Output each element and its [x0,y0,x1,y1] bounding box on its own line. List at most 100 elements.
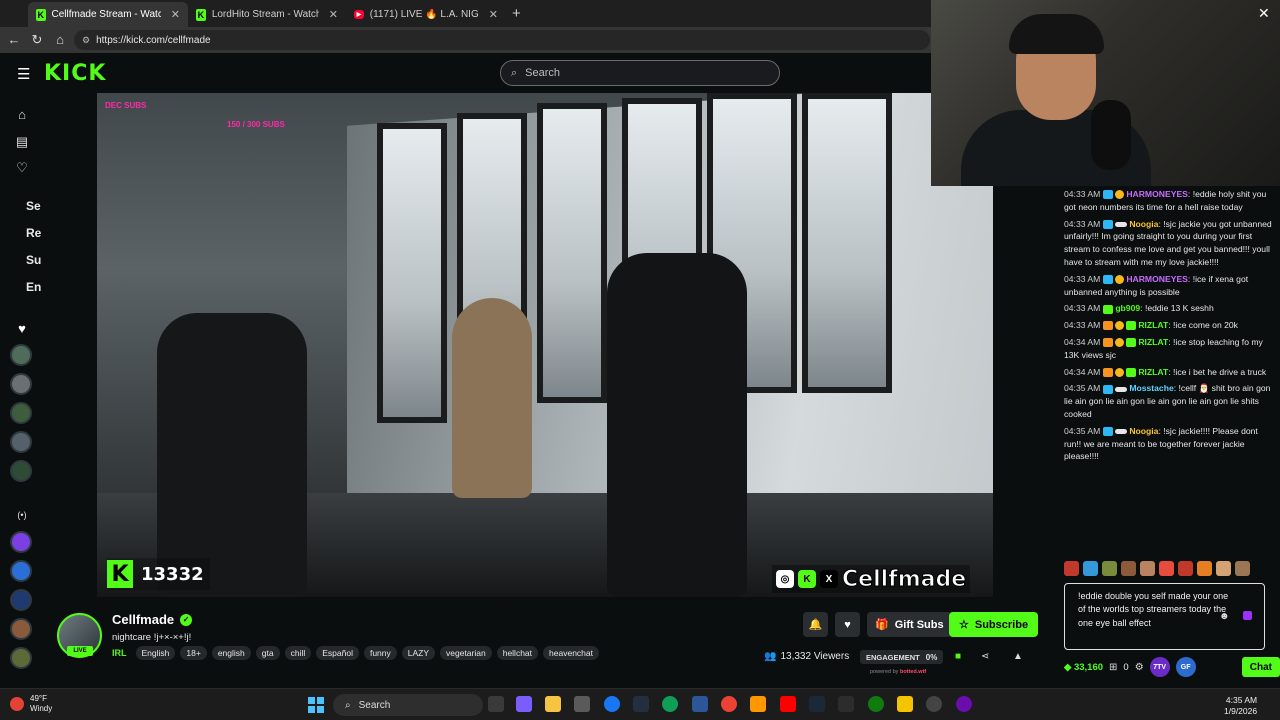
obs-icon[interactable] [926,696,942,712]
recommended-channel-avatar[interactable] [10,560,32,582]
stream-tag[interactable]: Español [316,646,359,660]
followed-channel-avatar[interactable] [10,431,32,453]
stream-tag[interactable]: gta [255,646,280,660]
url-field[interactable]: ⚙ https://kick.com/cellfmade [74,30,930,50]
copilot-icon[interactable] [516,696,532,712]
chat-username[interactable]: Mosstache [1129,383,1173,393]
site-info-icon[interactable]: ⚙ [82,35,90,46]
followed-channel-avatar[interactable] [10,460,32,482]
browse-icon[interactable]: ▤ [14,134,30,150]
7tv-extension-icon[interactable]: 7TV [1149,657,1170,677]
stream-category[interactable]: IRL [112,648,127,658]
windows-start-icon[interactable] [308,697,324,713]
home-icon[interactable]: ⌂ [14,107,30,122]
emote[interactable] [1216,561,1231,576]
report-flag-icon[interactable]: ▲ [1013,651,1023,662]
store-icon[interactable] [574,696,590,712]
emote[interactable] [1178,561,1193,576]
tab-lordhito[interactable]: K LordHito Stream - Watch Live ✕ [188,2,346,27]
chrome-icon[interactable] [721,696,737,712]
edge-icon[interactable] [662,696,678,712]
chat-username[interactable]: HARMONEYES [1126,274,1188,284]
chat-username[interactable]: Noogia [1129,219,1158,229]
settings-gear-icon[interactable]: ⚙ [1135,662,1144,673]
chat-username[interactable]: HARMONEYES [1126,189,1188,199]
sidebar-item-label[interactable]: En [26,280,41,294]
home-icon[interactable]: ⌂ [48,32,72,47]
send-chat-button[interactable]: Chat [1241,657,1280,677]
stream-tag[interactable]: 18+ [180,646,207,660]
sidebar-item-label[interactable]: Se [26,199,41,213]
new-tab-button[interactable]: + [512,5,521,22]
close-icon[interactable]: ✕ [171,8,180,21]
facebook-icon[interactable] [604,696,620,712]
following-heart-icon[interactable]: ♡ [14,160,30,176]
emote[interactable] [1102,561,1117,576]
tab-youtube[interactable]: ▶ (1171) LIVE 🔥 L.A. NIGHTCR... ✕ [346,2,506,27]
notification-bell-button[interactable]: 🔔 [803,612,828,637]
chat-username[interactable]: RIZLAT [1138,367,1168,377]
search-input[interactable]: ⌕ Search [500,60,780,86]
chat-username[interactable]: gb909 [1115,303,1140,313]
stream-tag[interactable]: funny [363,646,397,660]
calculator-icon[interactable] [692,696,708,712]
vlc-icon[interactable] [750,696,766,712]
video-player[interactable]: DEC SUBS 150 / 300 SUBS K 13332 ◎ K X Ce… [97,93,993,597]
close-icon[interactable]: ✕ [329,8,338,21]
followed-channel-avatar[interactable] [10,373,32,395]
subscribe-button[interactable]: ☆ Subscribe [949,612,1039,637]
emote[interactable] [1083,561,1098,576]
gift-icon[interactable]: ⊞ [1109,662,1117,673]
weather-widget[interactable]: 49°F Windy [10,694,52,714]
followed-channel-avatar[interactable] [10,402,32,424]
xbox-icon[interactable] [868,696,884,712]
menu-icon[interactable]: ☰ [17,65,30,83]
emoji-picker-icon[interactable]: ☻ [1219,611,1230,622]
app-icon[interactable] [956,696,972,712]
back-arrow-icon[interactable]: ← [2,32,26,47]
steam-icon[interactable] [809,696,825,712]
share-icon[interactable]: ⋖ [981,651,989,662]
task-view-icon[interactable] [488,696,504,712]
emote[interactable] [1121,561,1136,576]
reload-icon[interactable]: ↻ [25,32,49,48]
recommended-channel-avatar[interactable] [10,531,32,553]
stream-tag[interactable]: vegetarian [440,646,492,660]
follow-heart-button[interactable]: ♥ [835,612,860,637]
youtube-icon[interactable] [780,696,796,712]
emote[interactable] [1140,561,1155,576]
amazon-icon[interactable] [633,696,649,712]
recommended-channel-avatar[interactable] [10,647,32,669]
stream-tag[interactable]: chill [284,646,312,660]
emote[interactable] [1159,561,1174,576]
recommended-channel-avatar[interactable] [10,618,32,640]
sidebar-item-label[interactable]: Re [26,226,41,240]
emote[interactable] [1064,561,1079,576]
gift-subs-button[interactable]: 🎁 Gift Subs [867,612,952,637]
app-icon[interactable] [838,696,854,712]
taskbar-search[interactable]: ⌕ Search [333,694,483,716]
chat-username[interactable]: RIZLAT [1138,337,1168,347]
stream-tag[interactable]: LAZY [401,646,436,660]
sidebar-item-label[interactable]: Su [26,253,41,267]
tab-cellfmade[interactable]: K Cellfmade Stream - Watch Live ✕ [28,2,188,27]
emote-shop-icon[interactable] [1243,611,1252,620]
emote[interactable] [1235,561,1250,576]
recommended-channel-avatar[interactable] [10,589,32,611]
emote[interactable] [1197,561,1212,576]
close-icon[interactable]: ✕ [489,8,498,21]
chat-input[interactable]: !eddie double you self made your one of … [1064,583,1265,650]
followed-channel-avatar[interactable] [10,344,32,366]
gf-extension-icon[interactable]: GF [1175,657,1196,677]
stream-tag[interactable]: heavenchat [543,646,599,660]
file-explorer-icon[interactable] [545,696,561,712]
streamer-name[interactable]: Cellfmade ✓ [112,612,193,627]
close-icon[interactable]: ✕ [1258,5,1270,22]
taskbar-clock[interactable]: 4:35 AM 1/9/2026 [1224,695,1257,717]
stream-tag[interactable]: English [135,646,176,660]
notes-icon[interactable] [897,696,913,712]
stream-tag[interactable]: hellchat [496,646,539,660]
stream-tag[interactable]: english [211,646,251,660]
chat-username[interactable]: RIZLAT [1138,320,1168,330]
chat-username[interactable]: Noogia [1129,426,1158,436]
